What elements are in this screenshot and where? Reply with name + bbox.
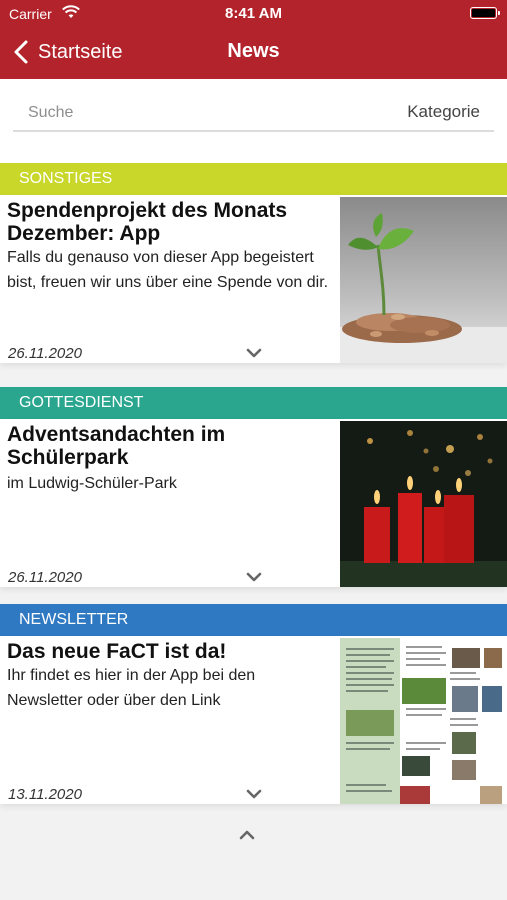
news-card[interactable]: GOTTESDIENST Adventsandachten im Schüler… [0, 387, 507, 587]
card-title: Spendenprojekt des Monats Dezember: App [7, 199, 288, 245]
chevron-down-icon[interactable] [246, 788, 262, 800]
card-description: Ihr findet es hier in der App bei den Ne… [7, 667, 256, 709]
card-body[interactable]: Das neue FaCT ist da! Ihr findet es hier… [0, 636, 507, 804]
plant-on-coins-image [340, 197, 507, 363]
news-card[interactable]: NEWSLETTER Das neue FaCT ist da! Ihr fin… [0, 604, 507, 804]
navigation-bar: Carrier 8:41 AM Startseite News [0, 0, 507, 79]
chevron-up-icon[interactable] [238, 828, 256, 842]
category-band: GOTTESDIENST [0, 387, 507, 419]
card-date: 13.11.2020 [8, 786, 82, 803]
category-band: SONSTIGES [0, 163, 507, 195]
search-underline [13, 130, 494, 132]
advent-candles-image [340, 421, 507, 587]
category-band: NEWSLETTER [0, 604, 507, 636]
status-bar: Carrier 8:41 AM [0, 0, 507, 28]
battery-icon [470, 7, 500, 19]
card-title: Adventsandachten im Schülerpark [7, 423, 226, 469]
newsletter-page-image [340, 638, 507, 804]
card-body[interactable]: Adventsandachten im Schülerpark im Ludwi… [0, 419, 507, 587]
chevron-down-icon[interactable] [246, 571, 262, 583]
news-card[interactable]: SONSTIGES Spendenprojekt des Monats Deze… [0, 163, 507, 363]
card-description: im Ludwig-Schüler-Park [7, 475, 177, 492]
status-time: 8:41 AM [225, 5, 282, 22]
card-description: Falls du genauso von dieser App begeiste… [7, 249, 329, 291]
search-input[interactable] [13, 97, 313, 129]
chevron-down-icon[interactable] [246, 347, 262, 359]
card-body[interactable]: Spendenprojekt des Monats Dezember: App … [0, 195, 507, 363]
card-date: 26.11.2020 [8, 569, 82, 586]
category-filter-button[interactable]: Kategorie [407, 102, 480, 122]
card-title: Das neue FaCT ist da! [7, 640, 227, 663]
card-date: 26.11.2020 [8, 345, 82, 362]
page-title: News [227, 40, 280, 62]
